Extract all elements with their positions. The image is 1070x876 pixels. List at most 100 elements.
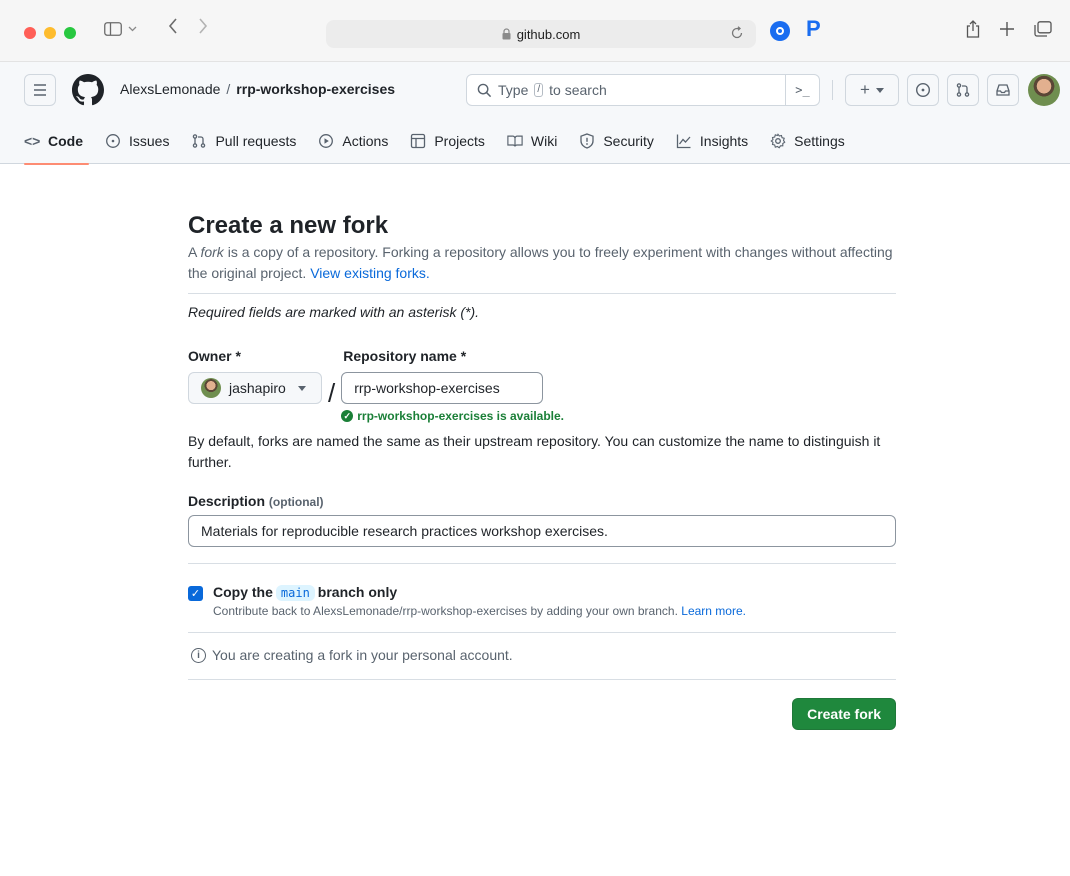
github-logo-icon[interactable] — [72, 74, 104, 106]
divider — [188, 293, 896, 294]
menu-button[interactable] — [24, 74, 56, 106]
divider — [188, 563, 896, 564]
owner-avatar — [201, 378, 221, 398]
graph-icon — [676, 134, 691, 149]
owner-value: jashapiro — [229, 380, 286, 396]
copy-prefix: Copy the — [213, 584, 273, 600]
owner-dropdown[interactable]: jashapiro — [188, 372, 322, 404]
repo-name-field: Repository name * rrp-workshop-exercises… — [341, 348, 564, 423]
tab-settings[interactable]: Settings — [770, 118, 845, 164]
issues-button[interactable] — [907, 74, 939, 106]
page-title: Create a new fork — [188, 212, 389, 239]
password-manager-extension-icon[interactable] — [770, 21, 790, 41]
header-divider — [832, 80, 833, 100]
repo-owner-link[interactable]: AlexsLemonade — [120, 81, 220, 97]
chevron-down-icon — [875, 87, 884, 93]
minimize-window-button[interactable] — [44, 27, 56, 39]
form-actions: Create fork — [188, 698, 896, 730]
learn-more-link[interactable]: Learn more. — [681, 604, 746, 618]
tab-label: Projects — [434, 133, 485, 149]
view-existing-forks-link[interactable]: View existing forks. — [310, 265, 430, 281]
tab-issues[interactable]: Issues — [105, 118, 169, 164]
info-icon: i — [191, 647, 206, 663]
description-label: Description (optional) — [188, 493, 896, 509]
tab-label: Settings — [794, 133, 845, 149]
optional-hint: (optional) — [268, 495, 324, 509]
tab-label: Insights — [699, 133, 749, 149]
lock-icon — [502, 28, 511, 40]
naming-note: By default, forks are named the same as … — [188, 433, 881, 470]
browser-toolbar: github.com P — [0, 0, 1070, 62]
repo-name-label: Repository name * — [343, 348, 467, 364]
owner-repo-row: Owner * jashapiro / Repository name * rr… — [188, 348, 896, 423]
tab-security[interactable]: Security — [579, 118, 654, 164]
pull-request-icon — [193, 134, 206, 148]
search-input[interactable]: Type / to search >_ — [466, 74, 820, 106]
inbox-button[interactable] — [987, 74, 1019, 106]
zoom-window-button[interactable] — [64, 27, 76, 39]
tab-label: Issues — [129, 133, 170, 149]
back-icon[interactable] — [168, 18, 178, 34]
search-icon — [477, 83, 492, 97]
chevron-down-icon — [128, 26, 137, 32]
github-header: AlexsLemonade / rrp-workshop-exercises Typ… — [0, 62, 1070, 118]
history-navigation — [168, 18, 208, 34]
search-shortcut-key: / — [534, 83, 544, 97]
description-input[interactable]: Materials for reproducible research prac… — [188, 515, 896, 547]
owner-label: Owner * — [188, 348, 241, 364]
divider — [188, 679, 896, 680]
gear-icon — [770, 133, 786, 149]
breadcrumb: AlexsLemonade / rrp-workshop-exercises — [120, 81, 395, 97]
repo-name-value: rrp-workshop-exercises — [354, 380, 500, 396]
fork-form: Create a new fork A fork is a copy of a … — [188, 208, 896, 730]
shield-icon — [580, 133, 594, 149]
table-icon — [411, 133, 426, 149]
plus-icon: + — [860, 80, 870, 99]
window-controls — [24, 27, 76, 39]
reload-icon[interactable] — [730, 26, 744, 40]
forward-icon[interactable] — [198, 18, 208, 34]
search-placeholder-suffix: to search — [549, 82, 607, 98]
chevron-down-icon — [297, 385, 306, 391]
book-icon — [507, 135, 523, 147]
paypal-extension-icon[interactable]: P — [806, 16, 821, 42]
description-label-text: Description — [188, 493, 266, 509]
tab-pull-requests[interactable]: Pull requests — [191, 118, 296, 164]
new-tab-icon[interactable] — [1000, 22, 1014, 36]
divider — [188, 632, 896, 633]
play-icon — [319, 134, 334, 148]
copy-main-branch-checkbox[interactable]: ✓ — [188, 586, 203, 601]
issue-icon — [106, 134, 120, 148]
tab-insights[interactable]: Insights — [676, 118, 748, 164]
form-description: A fork is a copy of a repository. Forkin… — [188, 242, 896, 284]
repo-nav: <> Code Issues Pull requests Actions Pro… — [0, 118, 1070, 165]
repo-name-link[interactable]: rrp-workshop-exercises — [236, 81, 395, 97]
pull-requests-button[interactable] — [947, 74, 979, 106]
sidebar-icon — [104, 22, 122, 36]
user-avatar[interactable] — [1028, 74, 1060, 106]
tab-code[interactable]: <> Code — [24, 118, 89, 165]
tab-actions[interactable]: Actions — [318, 118, 388, 164]
sidebar-toggle-button[interactable] — [104, 22, 137, 36]
branch-name-code: main — [275, 585, 315, 601]
hamburger-icon — [34, 84, 46, 96]
close-window-button[interactable] — [24, 27, 36, 39]
address-bar[interactable]: github.com — [326, 20, 756, 48]
copy-main-branch-hint: Contribute back to AlexsLemonade/rrp-wor… — [213, 604, 746, 618]
tab-projects[interactable]: Projects — [410, 118, 485, 164]
create-new-button[interactable]: + — [845, 74, 899, 106]
lead-prefix: A — [188, 244, 197, 260]
account-info: i You are creating a fork in your person… — [191, 647, 896, 663]
command-palette-button[interactable]: >_ — [785, 75, 819, 105]
repo-name-input[interactable]: rrp-workshop-exercises — [341, 372, 544, 404]
tab-wiki[interactable]: Wiki — [507, 118, 557, 164]
tab-label: Pull requests — [215, 133, 297, 149]
copy-suffix: branch only — [317, 584, 398, 600]
tab-label: Wiki — [530, 133, 558, 149]
owner-field: Owner * jashapiro — [188, 348, 322, 423]
share-icon[interactable] — [966, 20, 980, 38]
code-icon: <> — [24, 133, 41, 149]
tab-overview-icon[interactable] — [1034, 21, 1052, 37]
description-value: Materials for reproducible research prac… — [201, 523, 608, 539]
create-fork-button[interactable]: Create fork — [792, 698, 896, 730]
